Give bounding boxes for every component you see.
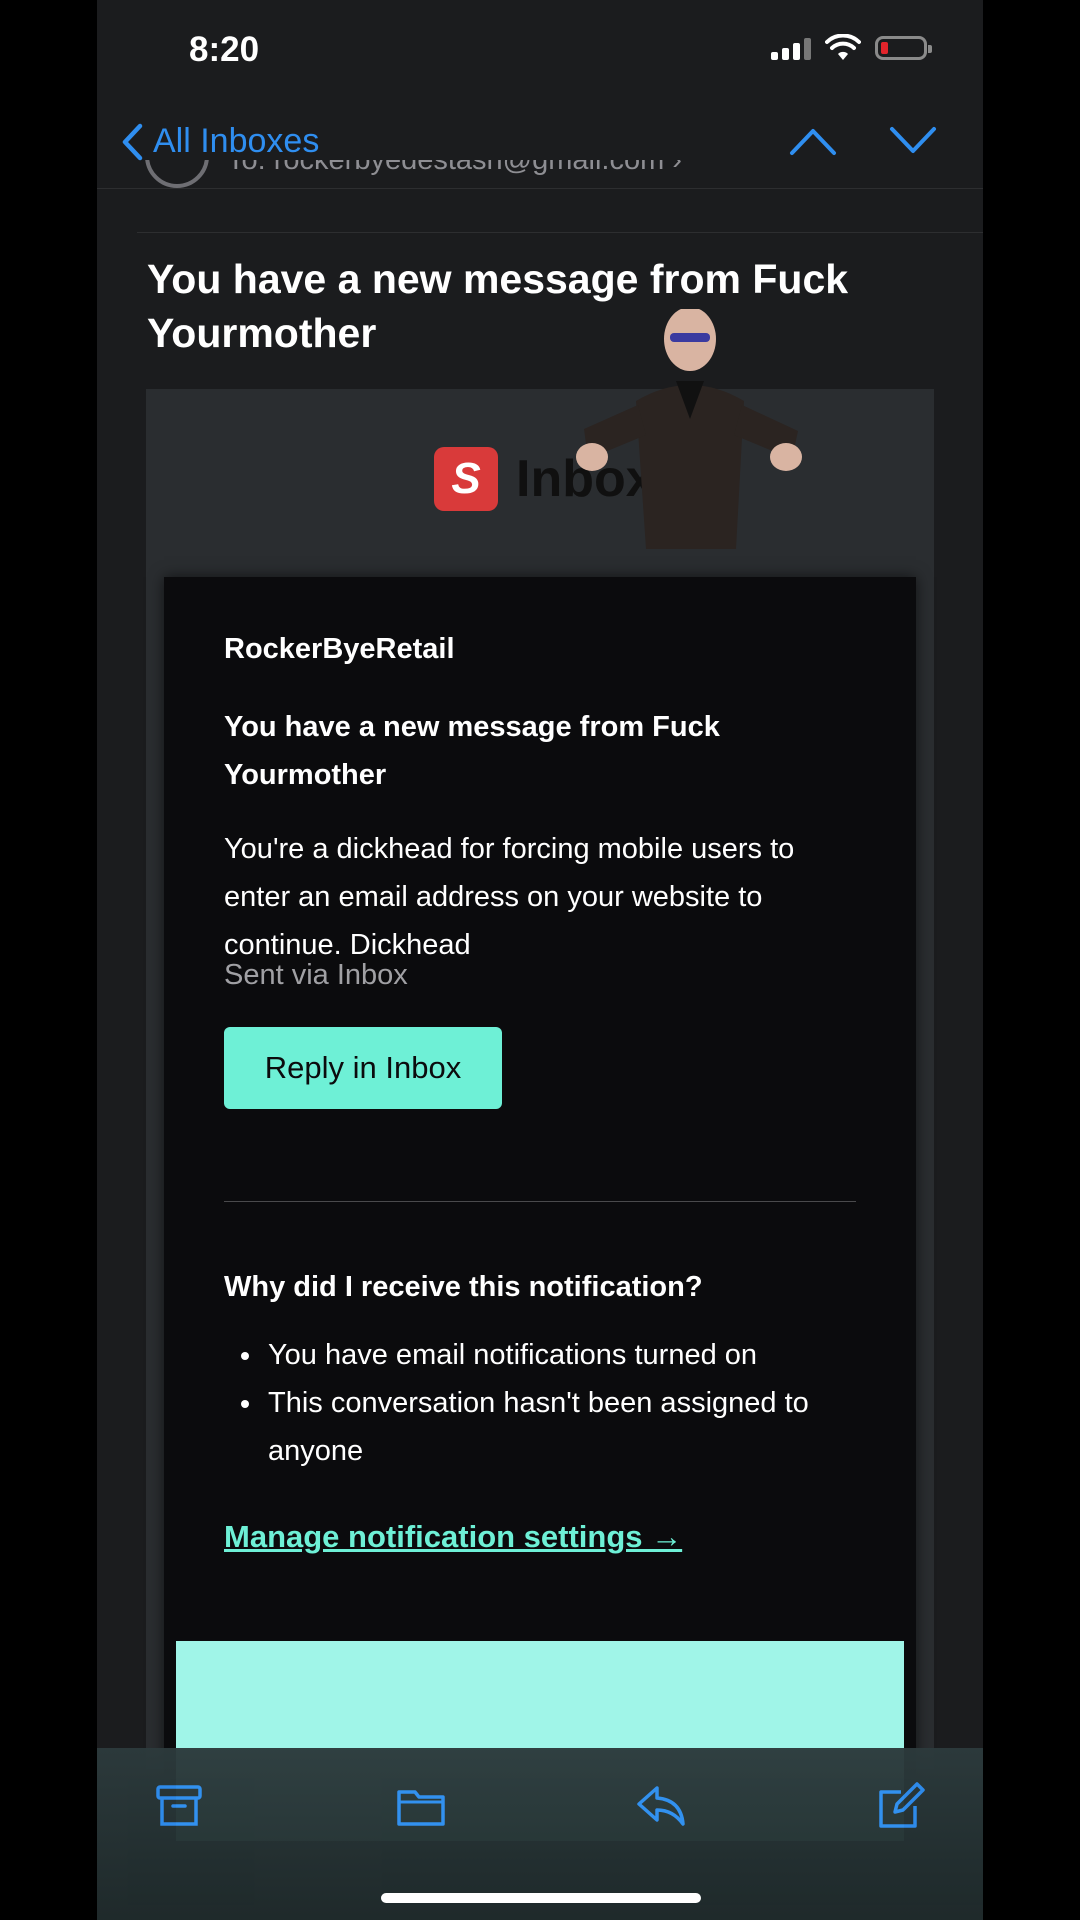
sender-name: RockerByeRetail [224, 633, 455, 665]
email-body: S Inbox RockerByeRetail You have a new m… [146, 309, 934, 1841]
status-icons [771, 34, 932, 62]
cellular-signal-icon [771, 36, 811, 60]
message-navigation [789, 126, 937, 156]
message-body: You're a dickhead for forcing mobile use… [224, 833, 795, 961]
previous-message-chevron-up-icon[interactable] [789, 126, 837, 156]
notification-card: RockerByeRetail You have a new message f… [164, 577, 916, 1841]
why-heading: Why did I receive this notification? [224, 1271, 703, 1303]
next-message-chevron-down-icon[interactable] [889, 126, 937, 156]
message-subject: You have a new message from Fuck Yourmot… [224, 711, 720, 791]
reason-item: This conversation hasn't been assigned t… [264, 1379, 864, 1475]
reply-icon[interactable] [635, 1780, 687, 1832]
manage-notification-settings-link[interactable]: Manage notification settings → [224, 1519, 682, 1555]
battery-level [881, 42, 888, 54]
to-address: rockerbyedestash@gmail.com [273, 160, 665, 176]
chevron-left-icon [122, 123, 143, 160]
sender-avatar[interactable] [145, 160, 209, 196]
home-indicator[interactable] [381, 1893, 701, 1903]
wifi-icon [825, 34, 861, 60]
compose-icon[interactable] [875, 1780, 927, 1832]
logo-badge: S [434, 447, 498, 511]
pointing-man-sticker [576, 309, 802, 549]
reply-in-inbox-button[interactable]: Reply in Inbox [224, 1027, 502, 1109]
card-divider [224, 1201, 856, 1202]
status-time: 8:20 [189, 30, 260, 69]
back-label: All Inboxes [153, 122, 320, 160]
recipient-line[interactable]: To: rockerbyedestash@gmail.com › [227, 160, 827, 188]
reason-item: You have email notifications turned on [264, 1331, 864, 1379]
folder-icon[interactable] [395, 1780, 447, 1832]
to-prefix: To: [227, 160, 266, 176]
nav-divider [97, 188, 983, 189]
header-divider [137, 232, 983, 233]
battery-icon [875, 36, 932, 60]
reasons-list: You have email notifications turned on T… [224, 1331, 864, 1475]
sent-via-label: Sent via Inbox [224, 959, 408, 991]
archive-icon[interactable] [153, 1780, 205, 1832]
mail-screen: 8:20 All Inboxes To: rockerbyedestash@gm… [97, 0, 983, 1920]
back-button[interactable]: All Inboxes [121, 122, 319, 161]
